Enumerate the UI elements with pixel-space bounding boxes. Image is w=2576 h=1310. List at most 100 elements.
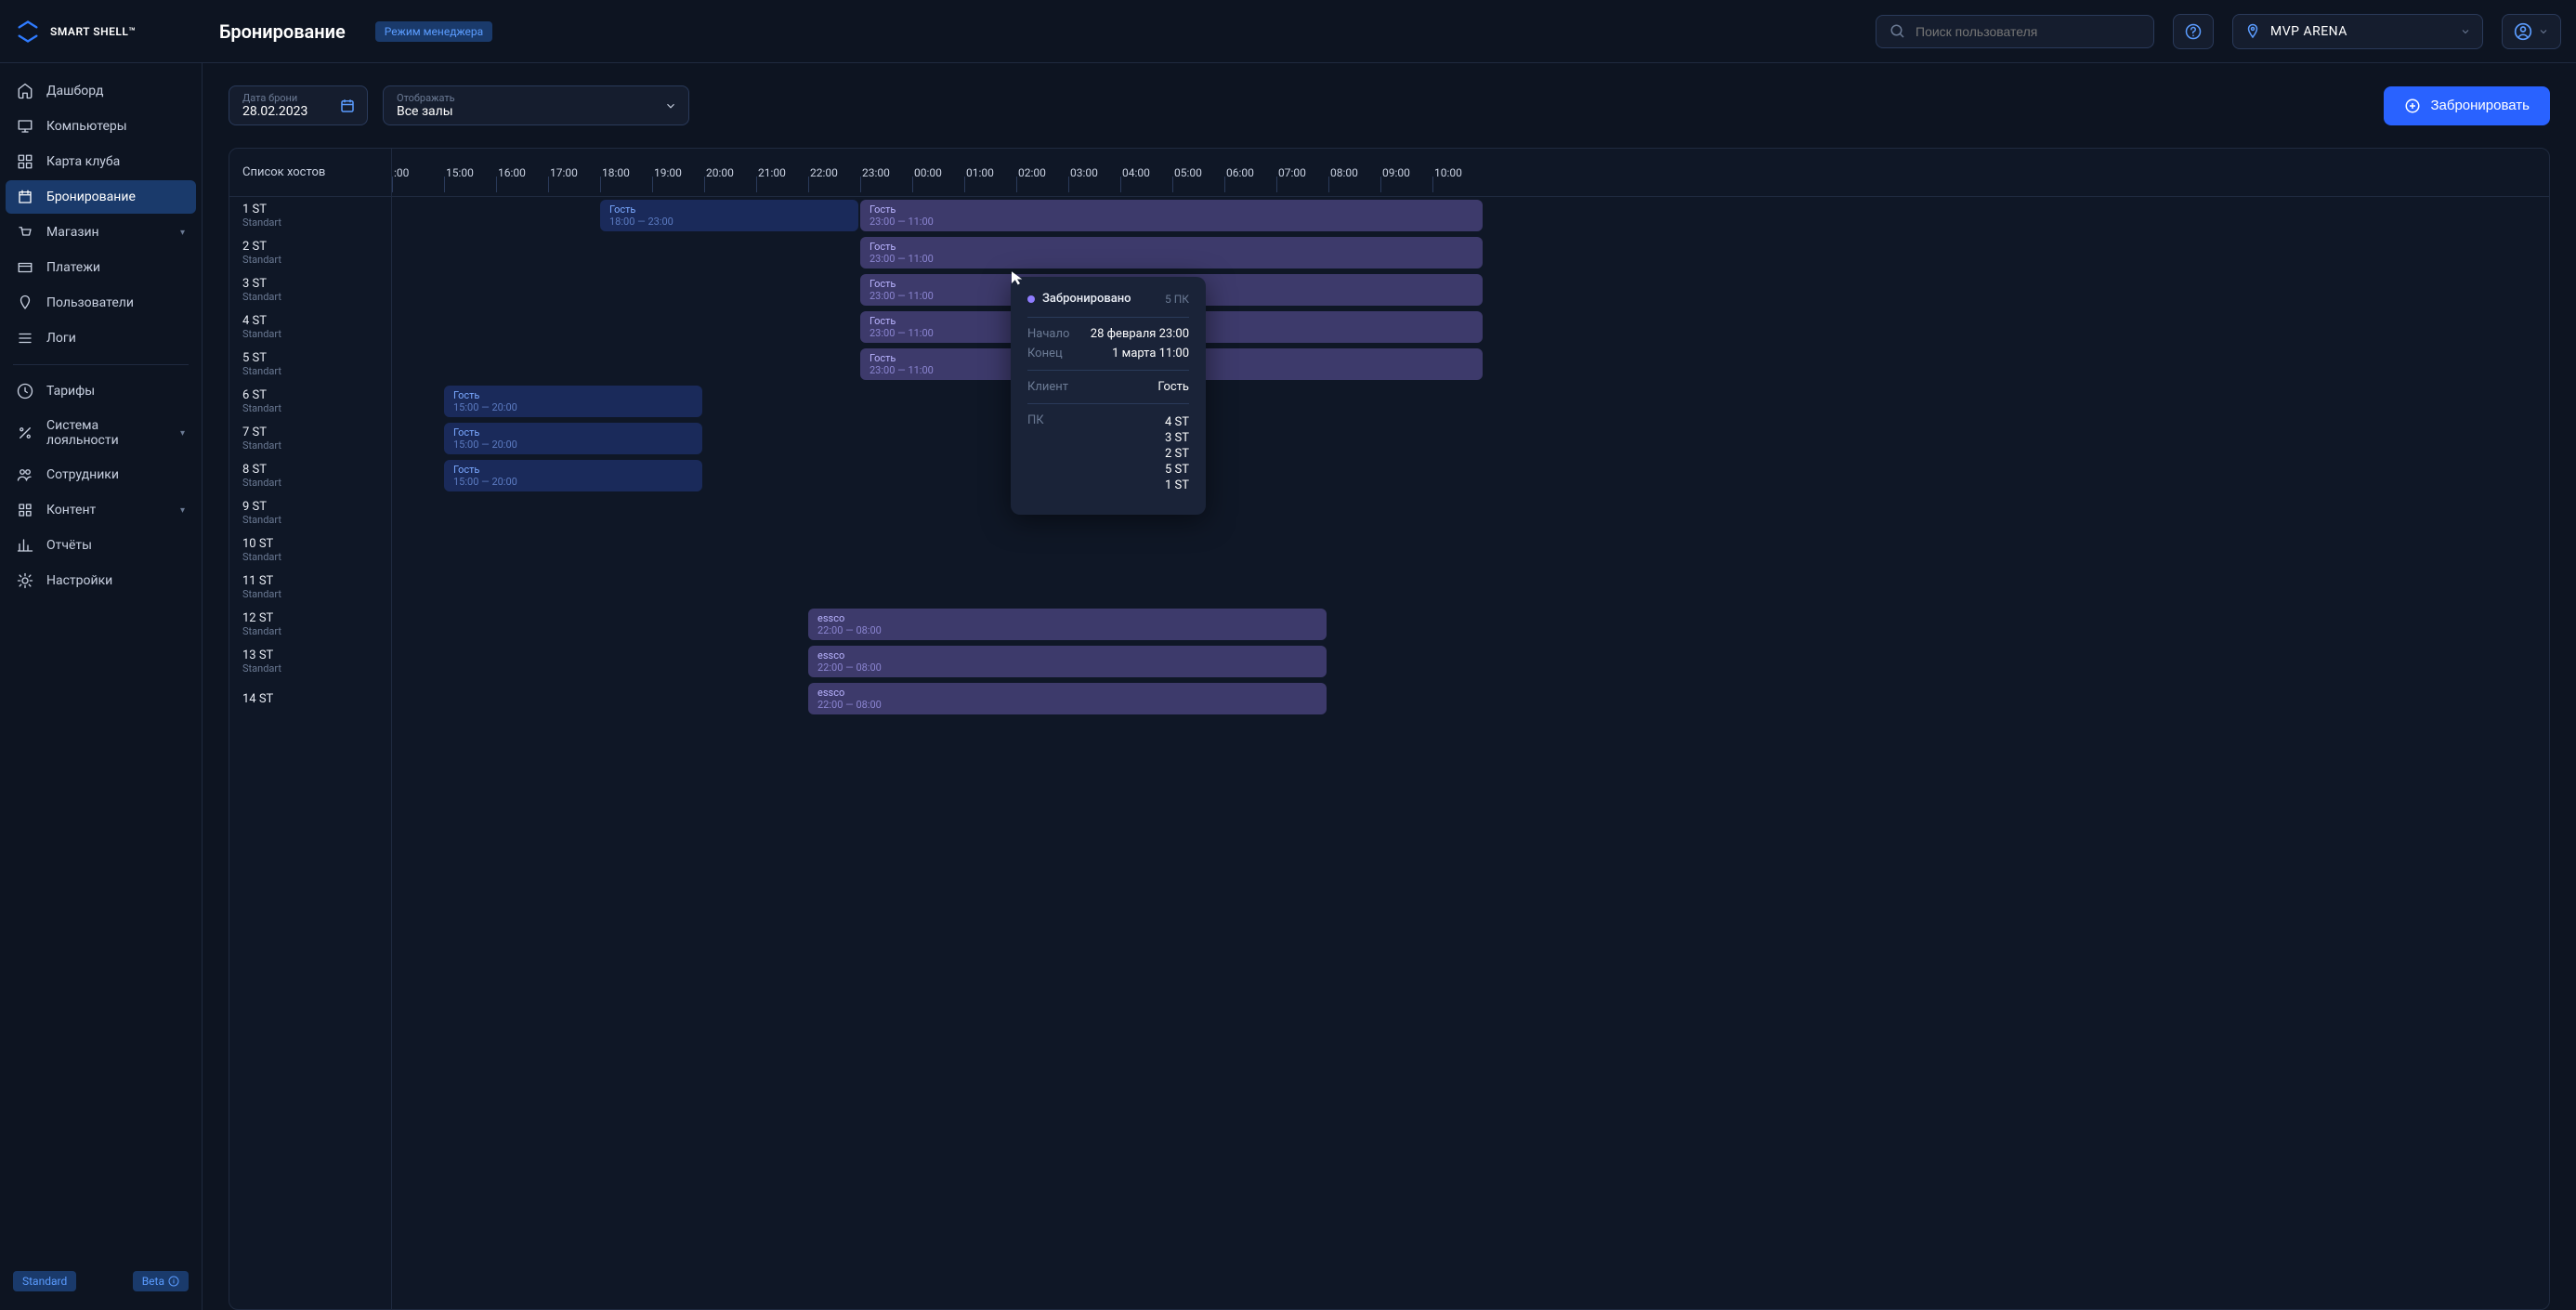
sidebar-item-label: Настройки xyxy=(46,573,112,588)
host-row[interactable]: 1 STStandart xyxy=(229,197,391,234)
sidebar-item-list[interactable]: Логи xyxy=(6,321,196,355)
host-name: 2 ST xyxy=(242,240,378,254)
booking-name: Гость xyxy=(870,241,1473,253)
host-row[interactable]: 9 STStandart xyxy=(229,494,391,531)
booking-time: 23:00 — 11:00 xyxy=(870,216,1473,228)
users-icon xyxy=(17,466,33,483)
host-row[interactable]: 6 STStandart xyxy=(229,383,391,420)
host-row[interactable]: 5 STStandart xyxy=(229,346,391,383)
host-column: Список хостов 1 STStandart2 STStandart3 … xyxy=(229,149,392,1309)
booking-block[interactable]: essco22:00 — 08:00 xyxy=(808,646,1327,677)
booking-block[interactable]: Гость23:00 — 11:00 xyxy=(860,200,1483,231)
host-row[interactable]: 13 STStandart xyxy=(229,643,391,680)
sidebar-item-monitor[interactable]: Компьютеры xyxy=(6,110,196,143)
pc-item: 2 ST xyxy=(1165,447,1189,461)
hour-cell: 09:00 xyxy=(1380,149,1432,196)
sidebar-item-pin[interactable]: Пользователи xyxy=(6,286,196,320)
help-icon xyxy=(2185,23,2202,40)
host-sub: Standart xyxy=(242,477,378,489)
sidebar-item-clock[interactable]: Тарифы xyxy=(6,374,196,408)
hour-cell: 01:00 xyxy=(964,149,1016,196)
hour-cell: 03:00 xyxy=(1068,149,1120,196)
sidebar-item-cart[interactable]: Магазин▾ xyxy=(6,216,196,249)
credit-icon xyxy=(17,259,33,276)
sidebar-item-label: Магазин xyxy=(46,225,99,240)
grid-icon xyxy=(17,153,33,170)
user-search[interactable] xyxy=(1876,15,2154,48)
booking-time: 23:00 — 11:00 xyxy=(870,253,1473,265)
user-icon xyxy=(2514,22,2532,41)
sidebar-item-label: Логи xyxy=(46,331,76,346)
date-field[interactable]: Дата брони 28.02.2023 xyxy=(229,85,368,125)
home-icon xyxy=(17,83,33,99)
sidebar-item-label: Карта клуба xyxy=(46,154,120,169)
grid-row: Гость23:00 — 11:00 xyxy=(392,346,2549,383)
hour-cell: 04:00 xyxy=(1120,149,1172,196)
plus-circle-icon xyxy=(2404,98,2421,114)
sidebar-item-gear[interactable]: Настройки xyxy=(6,564,196,597)
booking-block[interactable]: Гость15:00 — 20:00 xyxy=(444,386,702,417)
sidebar-item-apps[interactable]: Контент▾ xyxy=(6,493,196,527)
sidebar-item-credit[interactable]: Платежи xyxy=(6,251,196,284)
date-label: Дата брони xyxy=(242,92,354,104)
display-field[interactable]: Отображать Все залы xyxy=(383,85,689,125)
location-icon xyxy=(2244,23,2261,40)
host-sub: Standart xyxy=(242,625,378,637)
booking-block[interactable]: essco22:00 — 08:00 xyxy=(808,683,1327,714)
chevron-down-icon xyxy=(2460,26,2471,37)
booking-block[interactable]: Гость23:00 — 11:00 xyxy=(860,237,1483,269)
sidebar-item-calendar[interactable]: Бронирование xyxy=(6,180,196,214)
host-row[interactable]: 14 ST xyxy=(229,680,391,717)
host-row[interactable]: 11 STStandart xyxy=(229,569,391,606)
sidebar-item-label: Платежи xyxy=(46,260,100,275)
booking-name: Гость xyxy=(453,426,693,439)
booking-block[interactable]: essco22:00 — 08:00 xyxy=(808,609,1327,640)
host-name: 10 ST xyxy=(242,537,378,551)
hour-cell: 18:00 xyxy=(600,149,652,196)
book-button[interactable]: Забронировать xyxy=(2384,86,2550,125)
hour-cell: 10:00 xyxy=(1432,149,1484,196)
client-label: Клиент xyxy=(1027,380,1068,394)
calendar-icon xyxy=(17,189,33,205)
hour-cell: 02:00 xyxy=(1016,149,1068,196)
host-row[interactable]: 4 STStandart xyxy=(229,308,391,346)
sidebar-item-percent[interactable]: Система лояльности▾ xyxy=(6,410,196,456)
host-row[interactable]: 12 STStandart xyxy=(229,606,391,643)
hour-cell: 23:00 xyxy=(860,149,912,196)
host-row[interactable]: 3 STStandart xyxy=(229,271,391,308)
user-menu[interactable] xyxy=(2502,14,2561,49)
location-selector[interactable]: MVP ARENA xyxy=(2232,14,2483,49)
booking-time: 15:00 — 20:00 xyxy=(453,476,693,488)
sidebar-item-label: Тарифы xyxy=(46,384,95,399)
booking-name: Гость xyxy=(453,464,693,476)
sidebar-item-home[interactable]: Дашборд xyxy=(6,74,196,108)
grid-row: Гость15:00 — 20:00 xyxy=(392,457,2549,494)
host-row[interactable]: 8 STStandart xyxy=(229,457,391,494)
pc-list: 4 ST3 ST2 ST5 ST1 ST xyxy=(1165,413,1189,494)
booking-block[interactable]: Гость18:00 — 23:00 xyxy=(600,200,858,231)
sidebar-item-chart[interactable]: Отчёты xyxy=(6,529,196,562)
hour-cell: 15:00 xyxy=(444,149,496,196)
sidebar-item-users[interactable]: Сотрудники xyxy=(6,458,196,491)
location-label: MVP ARENA xyxy=(2270,24,2451,39)
grid-row xyxy=(392,494,2549,531)
sidebar-item-grid[interactable]: Карта клуба xyxy=(6,145,196,178)
booking-block[interactable]: Гость15:00 — 20:00 xyxy=(444,460,702,491)
hour-cell: 21:00 xyxy=(756,149,808,196)
grid-row: Гость15:00 — 20:00 xyxy=(392,420,2549,457)
host-row[interactable]: 2 STStandart xyxy=(229,234,391,271)
chevron-down-icon: ▾ xyxy=(180,505,185,516)
help-button[interactable] xyxy=(2173,14,2214,49)
host-row[interactable]: 7 STStandart xyxy=(229,420,391,457)
start-label: Начало xyxy=(1027,327,1069,341)
booking-name: Гость xyxy=(609,203,849,216)
search-input[interactable] xyxy=(1916,24,2140,39)
apps-icon xyxy=(17,502,33,518)
grid-body[interactable]: Гость18:00 — 23:00Гость23:00 — 11:00Гост… xyxy=(392,197,2549,1309)
host-sub: Standart xyxy=(242,365,378,377)
host-row[interactable]: 10 STStandart xyxy=(229,531,391,569)
booking-block[interactable]: Гость15:00 — 20:00 xyxy=(444,423,702,454)
pc-item: 3 ST xyxy=(1165,431,1189,445)
booking-name: essco xyxy=(817,649,1317,662)
host-name: 13 ST xyxy=(242,648,378,662)
